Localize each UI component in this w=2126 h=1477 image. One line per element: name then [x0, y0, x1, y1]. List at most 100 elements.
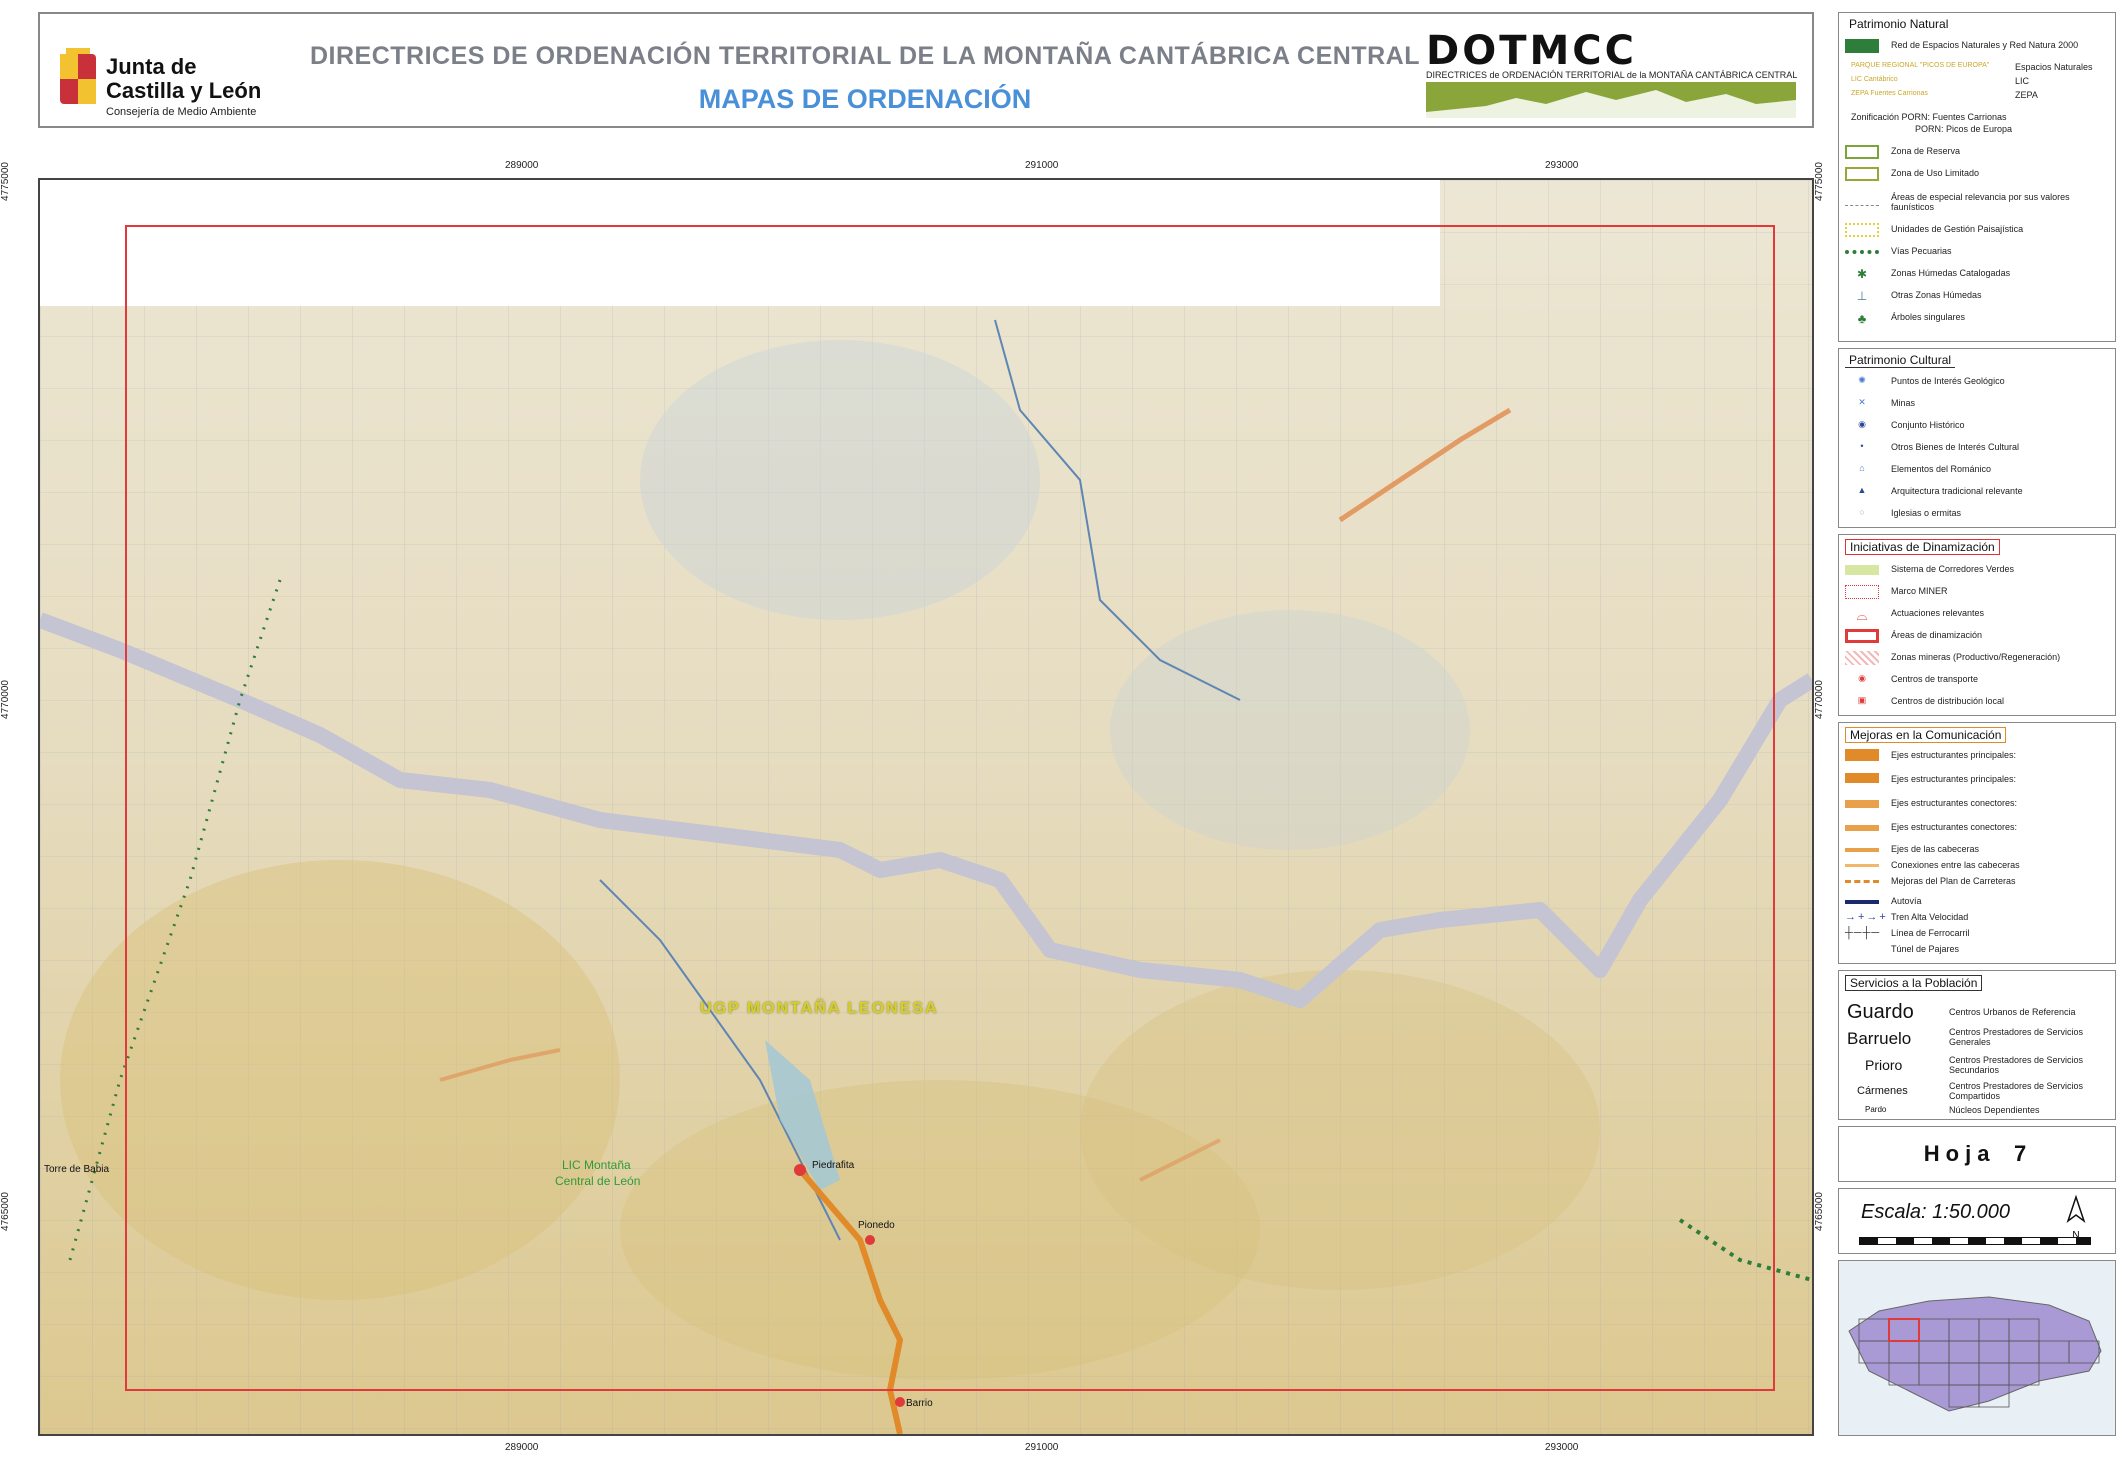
coord-left-1: 4775000	[0, 162, 11, 201]
sheet-number-box: Hoja 7	[1838, 1126, 2116, 1182]
ugp-label: UGP MONTAÑA LEONESA	[700, 1000, 939, 1017]
page-subtitle: MAPAS DE ORDENACIÓN	[698, 84, 1032, 114]
legend-item: Red de Espacios Naturales y Red Natura 2…	[1845, 37, 2111, 55]
dotmcc-logo: DOTMCC DIRECTRICES de ORDENACIÓN TERRITO…	[1426, 28, 1806, 120]
legend-item: ◉ Centros de transporte	[1845, 671, 2111, 689]
high-speed-train-icon: →+→+	[1845, 911, 1888, 923]
service-level-label: Centros Prestadores de Servicios General…	[1949, 1027, 2084, 1047]
brand-subtitle: DIRECTRICES de ORDENACIÓN TERRITORIAL de…	[1426, 70, 1798, 80]
coord-bottom-2: 291000	[1025, 1442, 1059, 1453]
legend-item: Ejes estructurantes conectores:	[1845, 819, 2111, 837]
legend-item: ○ Iglesias o ermitas	[1845, 505, 2111, 523]
legend-item: ⊥ Otras Zonas Húmedas	[1845, 287, 2111, 305]
lic-label-line2: Central de León	[555, 1174, 641, 1188]
service-level-label: Centros Prestadores de Servicios Compart…	[1949, 1081, 2084, 1101]
service-level-name: Pardo	[1865, 1105, 1887, 1114]
legend-item: Ejes estructurantes principales:	[1845, 747, 2111, 765]
heritage-icon: •	[1860, 441, 1864, 451]
legend-item: Mejoras del Plan de Carreteras	[1845, 873, 2111, 891]
distribution-center-icon: ▣	[1857, 695, 1867, 705]
legend-panel: Patrimonio Natural Red de Espacios Natur…	[1838, 12, 2118, 1436]
map-layer	[40, 180, 1812, 1434]
legend-item: Unidades de Gestión Paisajística	[1845, 221, 2111, 239]
coord-right-3: 4765000	[1813, 1192, 1825, 1231]
org-name-line1: Junta de	[106, 54, 197, 79]
legend-item: ✺ Puntos de Interés Geológico	[1845, 373, 2111, 391]
legend-item: Ejes estructurantes principales:	[1845, 771, 2111, 789]
service-level-name: Prioro	[1865, 1057, 1903, 1073]
legend-item: Marco MINER	[1845, 583, 2111, 601]
legend-cultural-title: Patrimonio Cultural	[1845, 353, 1956, 368]
legend-item: Zonas mineras (Productivo/Regeneración)	[1845, 649, 2111, 667]
coord-top-2: 291000	[1025, 160, 1059, 171]
legend-item: Zona de Uso Limitado	[1845, 165, 2111, 183]
scale-label: Escala: 1:50.000	[1861, 1201, 2010, 1223]
legend-item: Sistema de Corredores Verdes	[1845, 561, 2111, 579]
town-label: Pionedo	[858, 1220, 895, 1231]
town-label: Piedrafita	[812, 1160, 855, 1171]
coat-of-arms-icon	[60, 48, 96, 104]
legend-item: ◉ Conjunto Histórico	[1845, 417, 2111, 435]
legend-item: ⌓ Actuaciones relevantes	[1845, 605, 2111, 623]
legend-servicios: Servicios a la Población Guardo Centros …	[1838, 970, 2116, 1120]
town-label: Torre de Babia	[44, 1164, 110, 1175]
coord-top-3: 293000	[1545, 160, 1579, 171]
legend-comunicacion: Mejoras en la Comunicación Ejes estructu…	[1838, 722, 2116, 964]
service-level-name: Guardo	[1847, 1001, 1914, 1023]
legend-item: ▲ Arquitectura tradicional relevante	[1845, 483, 2111, 501]
actuation-icon: ⌓	[1856, 607, 1868, 623]
marsh-icon: ⊥	[1856, 289, 1868, 303]
railway-icon: ┼─┼─	[1845, 927, 1881, 939]
coord-right-2: 4770000	[1813, 680, 1825, 719]
coord-top-1: 289000	[505, 160, 539, 171]
tree-icon: ♣	[1857, 311, 1867, 326]
legend-item: Ejes estructurantes conectores:	[1845, 795, 2111, 813]
legend-servicios-title: Servicios a la Población	[1845, 975, 1983, 991]
legend-item: ZEPA	[2015, 90, 2038, 100]
org-department: Consejería de Medio Ambiente	[106, 106, 257, 118]
junta-logo: Junta de Castilla y León Consejería de M…	[58, 34, 288, 124]
legend-item: ♣ Árboles singulares	[1845, 309, 2111, 327]
legend-item: ✕ Minas	[1845, 395, 2111, 413]
legend-item: Vías Pecuarias	[1845, 243, 2111, 261]
church-icon: ○	[1859, 507, 1865, 517]
org-name-line2: Castilla y León	[106, 78, 262, 103]
scale-bar	[1859, 1237, 2091, 1245]
coord-bottom-1: 289000	[505, 1442, 539, 1453]
legend-item: • Otros Bienes de Interés Cultural	[1845, 439, 2111, 457]
legend-dinamizacion: Iniciativas de Dinamización Sistema de C…	[1838, 534, 2116, 716]
service-level-label: Centros Prestadores de Servicios Secunda…	[1949, 1055, 2084, 1075]
map-header: Junta de Castilla y León Consejería de M…	[38, 12, 1814, 128]
historic-site-icon: ◉	[1858, 419, 1866, 429]
legend-cultural: Patrimonio Cultural ✺ Puntos de Interés G…	[1838, 348, 2116, 528]
sheet-number: 7	[2013, 1141, 2033, 1166]
map-canvas[interactable]: UGP MONTAÑA LEONESA LIC Montaña Central …	[38, 178, 1814, 1436]
sheet-label: Hoja	[1923, 1141, 1996, 1166]
lic-label-line1: LIC Montaña	[562, 1158, 631, 1172]
service-level-name: Barruelo	[1847, 1029, 1912, 1048]
legend-item: ▣ Centros de distribución local	[1845, 693, 2111, 711]
legend-comunicacion-title: Mejoras en la Comunicación	[1845, 727, 2007, 743]
service-level-label: Centros Urbanos de Referencia	[1949, 1007, 2076, 1017]
legend-dinamizacion-title: Iniciativas de Dinamización	[1845, 539, 2000, 555]
legend-item: PORN: Picos de Europa	[1915, 124, 2013, 134]
legend-item: ⌂ Elementos del Románico	[1845, 461, 2111, 479]
wetland-icon: ✱	[1856, 267, 1868, 281]
page-title: DIRECTRICES DE ORDENACIÓN TERRITORIAL DE…	[310, 42, 1420, 70]
mountain-silhouette-icon	[1426, 90, 1796, 118]
north-arrow-icon	[2066, 1194, 2086, 1224]
service-level-name: Cármenes	[1857, 1085, 1908, 1097]
legend-natural: Patrimonio Natural Red de Espacios Natur…	[1838, 12, 2116, 342]
service-level-label: Núcleos Dependientes	[1949, 1105, 2040, 1115]
transport-center-icon: ◉	[1858, 673, 1866, 683]
town-label: Barrio	[906, 1398, 933, 1409]
legend-item: Áreas de dinamización	[1845, 627, 2111, 645]
coord-right-1: 4775000	[1813, 162, 1825, 201]
legend-item: Áreas de especial relevancia por sus val…	[1845, 189, 2111, 217]
legend-item: Túnel de Pajares	[1891, 944, 1960, 954]
locator-map-graphic	[1848, 1296, 2102, 1412]
brand-name: DOTMCC	[1426, 28, 1638, 74]
locator-map[interactable]	[1838, 1260, 2116, 1436]
brand-mountain-band	[1426, 82, 1796, 118]
legend-item: ✱ Zonas Húmedas Catalogadas	[1845, 265, 2111, 283]
